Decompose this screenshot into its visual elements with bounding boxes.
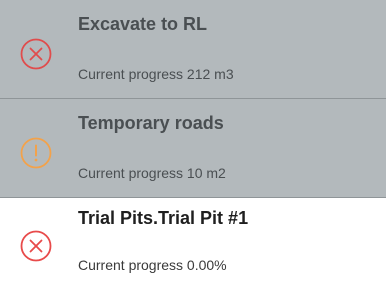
x-circle-icon [19,229,53,263]
task-title: Temporary roads [78,113,224,133]
task-row-temporary-roads[interactable]: Temporary roads Current progress 10 m2 [0,99,386,198]
task-list: Excavate to RL Current progress 212 m3 T… [0,0,386,285]
task-progress: Current progress 10 m2 [78,165,226,181]
x-circle-icon [19,37,53,71]
exclamation-circle-icon [19,136,53,170]
task-progress: Current progress 0.00% [78,257,227,273]
task-title: Excavate to RL [78,14,208,34]
task-progress: Current progress 212 m3 [78,66,234,82]
task-title: Trial Pits.Trial Pit #1 [78,208,249,228]
task-row-excavate-to-rl[interactable]: Excavate to RL Current progress 212 m3 [0,0,386,99]
task-row-trial-pit-1[interactable]: Trial Pits.Trial Pit #1 Current progress… [0,198,386,285]
